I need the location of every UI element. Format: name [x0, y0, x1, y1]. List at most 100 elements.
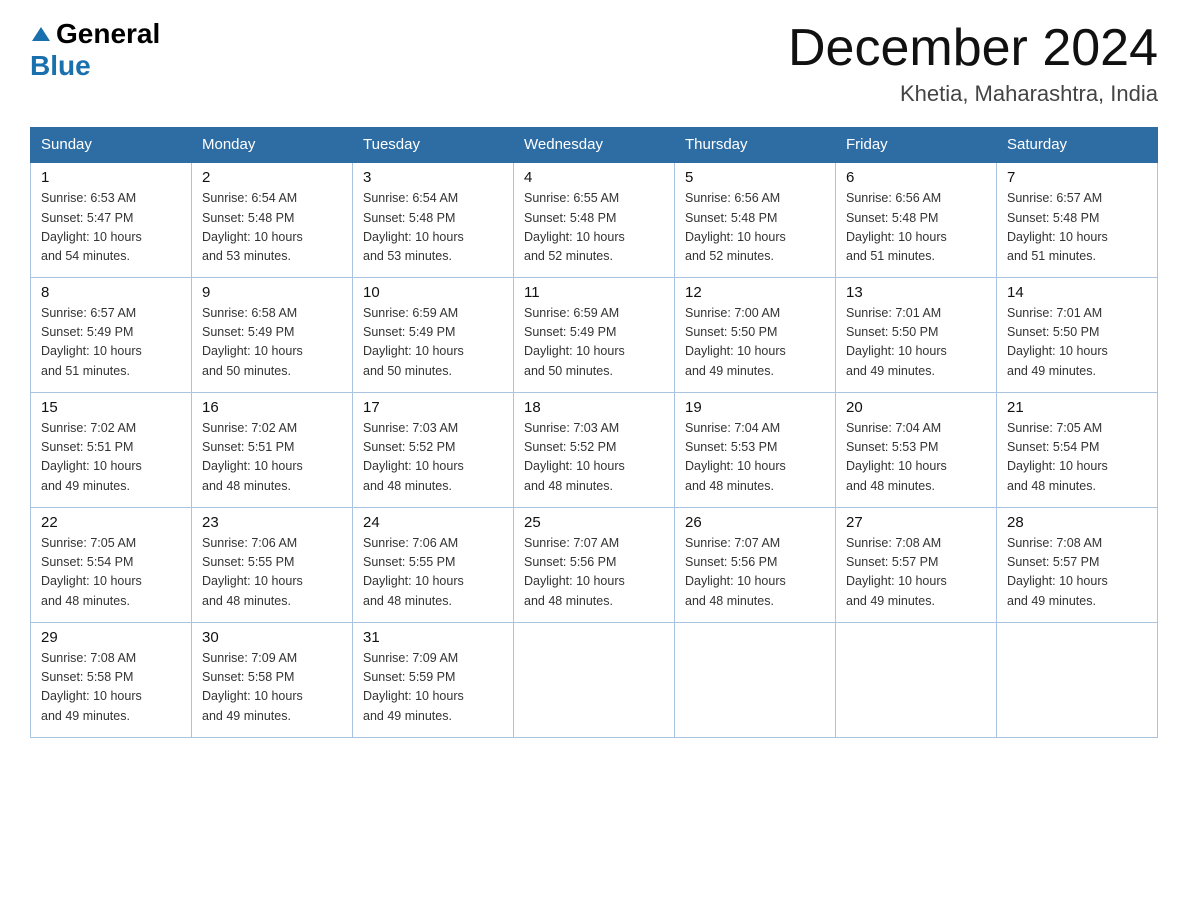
day-info: Sunrise: 7:07 AM Sunset: 5:56 PM Dayligh… [685, 534, 825, 612]
calendar-table: SundayMondayTuesdayWednesdayThursdayFrid… [30, 127, 1158, 738]
day-number: 17 [363, 399, 503, 416]
day-number: 4 [524, 169, 664, 186]
day-number: 5 [685, 169, 825, 186]
day-info: Sunrise: 6:54 AM Sunset: 5:48 PM Dayligh… [363, 189, 503, 267]
day-number: 2 [202, 169, 342, 186]
calendar-cell [514, 622, 675, 737]
day-info: Sunrise: 7:08 AM Sunset: 5:57 PM Dayligh… [846, 534, 986, 612]
day-info: Sunrise: 7:07 AM Sunset: 5:56 PM Dayligh… [524, 534, 664, 612]
calendar-cell: 3 Sunrise: 6:54 AM Sunset: 5:48 PM Dayli… [353, 162, 514, 277]
page-header: General Blue December 2024 Khetia, Mahar… [30, 20, 1158, 107]
header-wednesday: Wednesday [514, 128, 675, 163]
day-number: 18 [524, 399, 664, 416]
day-info: Sunrise: 7:04 AM Sunset: 5:53 PM Dayligh… [846, 419, 986, 497]
calendar-cell [836, 622, 997, 737]
day-number: 30 [202, 629, 342, 646]
calendar-cell: 20 Sunrise: 7:04 AM Sunset: 5:53 PM Dayl… [836, 392, 997, 507]
calendar-cell: 2 Sunrise: 6:54 AM Sunset: 5:48 PM Dayli… [192, 162, 353, 277]
day-number: 6 [846, 169, 986, 186]
day-number: 8 [41, 284, 181, 301]
calendar-cell: 14 Sunrise: 7:01 AM Sunset: 5:50 PM Dayl… [997, 277, 1158, 392]
calendar-cell: 12 Sunrise: 7:00 AM Sunset: 5:50 PM Dayl… [675, 277, 836, 392]
day-number: 23 [202, 514, 342, 531]
day-info: Sunrise: 7:04 AM Sunset: 5:53 PM Dayligh… [685, 419, 825, 497]
day-info: Sunrise: 7:02 AM Sunset: 5:51 PM Dayligh… [41, 419, 181, 497]
calendar-cell: 6 Sunrise: 6:56 AM Sunset: 5:48 PM Dayli… [836, 162, 997, 277]
calendar-cell: 29 Sunrise: 7:08 AM Sunset: 5:58 PM Dayl… [31, 622, 192, 737]
day-number: 24 [363, 514, 503, 531]
calendar-cell: 9 Sunrise: 6:58 AM Sunset: 5:49 PM Dayli… [192, 277, 353, 392]
header-thursday: Thursday [675, 128, 836, 163]
calendar-cell: 17 Sunrise: 7:03 AM Sunset: 5:52 PM Dayl… [353, 392, 514, 507]
logo-icon [30, 23, 52, 45]
calendar-cell: 1 Sunrise: 6:53 AM Sunset: 5:47 PM Dayli… [31, 162, 192, 277]
day-number: 27 [846, 514, 986, 531]
title-area: December 2024 Khetia, Maharashtra, India [788, 20, 1158, 107]
day-info: Sunrise: 7:00 AM Sunset: 5:50 PM Dayligh… [685, 304, 825, 382]
calendar-cell: 4 Sunrise: 6:55 AM Sunset: 5:48 PM Dayli… [514, 162, 675, 277]
calendar-week-row: 1 Sunrise: 6:53 AM Sunset: 5:47 PM Dayli… [31, 162, 1158, 277]
calendar-cell: 23 Sunrise: 7:06 AM Sunset: 5:55 PM Dayl… [192, 507, 353, 622]
calendar-cell: 30 Sunrise: 7:09 AM Sunset: 5:58 PM Dayl… [192, 622, 353, 737]
day-info: Sunrise: 7:05 AM Sunset: 5:54 PM Dayligh… [41, 534, 181, 612]
day-number: 3 [363, 169, 503, 186]
day-number: 16 [202, 399, 342, 416]
day-info: Sunrise: 6:54 AM Sunset: 5:48 PM Dayligh… [202, 189, 342, 267]
calendar-cell: 11 Sunrise: 6:59 AM Sunset: 5:49 PM Dayl… [514, 277, 675, 392]
day-info: Sunrise: 7:03 AM Sunset: 5:52 PM Dayligh… [524, 419, 664, 497]
calendar-cell: 15 Sunrise: 7:02 AM Sunset: 5:51 PM Dayl… [31, 392, 192, 507]
calendar-cell: 21 Sunrise: 7:05 AM Sunset: 5:54 PM Dayl… [997, 392, 1158, 507]
day-number: 26 [685, 514, 825, 531]
calendar-cell: 13 Sunrise: 7:01 AM Sunset: 5:50 PM Dayl… [836, 277, 997, 392]
day-number: 19 [685, 399, 825, 416]
calendar-cell: 31 Sunrise: 7:09 AM Sunset: 5:59 PM Dayl… [353, 622, 514, 737]
calendar-cell: 19 Sunrise: 7:04 AM Sunset: 5:53 PM Dayl… [675, 392, 836, 507]
calendar-cell [997, 622, 1158, 737]
calendar-cell: 8 Sunrise: 6:57 AM Sunset: 5:49 PM Dayli… [31, 277, 192, 392]
day-info: Sunrise: 6:56 AM Sunset: 5:48 PM Dayligh… [846, 189, 986, 267]
calendar-cell: 16 Sunrise: 7:02 AM Sunset: 5:51 PM Dayl… [192, 392, 353, 507]
logo-area: General Blue [30, 20, 160, 82]
day-number: 7 [1007, 169, 1147, 186]
day-number: 13 [846, 284, 986, 301]
day-info: Sunrise: 7:02 AM Sunset: 5:51 PM Dayligh… [202, 419, 342, 497]
day-number: 28 [1007, 514, 1147, 531]
calendar-week-row: 29 Sunrise: 7:08 AM Sunset: 5:58 PM Dayl… [31, 622, 1158, 737]
calendar-header-row: SundayMondayTuesdayWednesdayThursdayFrid… [31, 128, 1158, 163]
day-info: Sunrise: 6:59 AM Sunset: 5:49 PM Dayligh… [524, 304, 664, 382]
day-info: Sunrise: 6:58 AM Sunset: 5:49 PM Dayligh… [202, 304, 342, 382]
day-info: Sunrise: 6:57 AM Sunset: 5:48 PM Dayligh… [1007, 189, 1147, 267]
day-number: 10 [363, 284, 503, 301]
day-info: Sunrise: 7:01 AM Sunset: 5:50 PM Dayligh… [846, 304, 986, 382]
day-info: Sunrise: 7:03 AM Sunset: 5:52 PM Dayligh… [363, 419, 503, 497]
calendar-cell: 22 Sunrise: 7:05 AM Sunset: 5:54 PM Dayl… [31, 507, 192, 622]
header-sunday: Sunday [31, 128, 192, 163]
header-saturday: Saturday [997, 128, 1158, 163]
calendar-cell: 27 Sunrise: 7:08 AM Sunset: 5:57 PM Dayl… [836, 507, 997, 622]
day-info: Sunrise: 6:55 AM Sunset: 5:48 PM Dayligh… [524, 189, 664, 267]
header-friday: Friday [836, 128, 997, 163]
calendar-cell: 26 Sunrise: 7:07 AM Sunset: 5:56 PM Dayl… [675, 507, 836, 622]
calendar-cell [675, 622, 836, 737]
day-info: Sunrise: 6:56 AM Sunset: 5:48 PM Dayligh… [685, 189, 825, 267]
day-number: 22 [41, 514, 181, 531]
calendar-cell: 28 Sunrise: 7:08 AM Sunset: 5:57 PM Dayl… [997, 507, 1158, 622]
calendar-cell: 10 Sunrise: 6:59 AM Sunset: 5:49 PM Dayl… [353, 277, 514, 392]
day-number: 9 [202, 284, 342, 301]
day-info: Sunrise: 6:53 AM Sunset: 5:47 PM Dayligh… [41, 189, 181, 267]
day-info: Sunrise: 7:05 AM Sunset: 5:54 PM Dayligh… [1007, 419, 1147, 497]
day-number: 15 [41, 399, 181, 416]
day-number: 14 [1007, 284, 1147, 301]
calendar-cell: 5 Sunrise: 6:56 AM Sunset: 5:48 PM Dayli… [675, 162, 836, 277]
logo-text-blue: Blue [30, 50, 91, 82]
location-subtitle: Khetia, Maharashtra, India [788, 81, 1158, 107]
day-info: Sunrise: 6:59 AM Sunset: 5:49 PM Dayligh… [363, 304, 503, 382]
calendar-cell: 7 Sunrise: 6:57 AM Sunset: 5:48 PM Dayli… [997, 162, 1158, 277]
day-info: Sunrise: 7:09 AM Sunset: 5:59 PM Dayligh… [363, 649, 503, 727]
calendar-week-row: 15 Sunrise: 7:02 AM Sunset: 5:51 PM Dayl… [31, 392, 1158, 507]
day-info: Sunrise: 7:06 AM Sunset: 5:55 PM Dayligh… [363, 534, 503, 612]
calendar-cell: 24 Sunrise: 7:06 AM Sunset: 5:55 PM Dayl… [353, 507, 514, 622]
day-info: Sunrise: 7:01 AM Sunset: 5:50 PM Dayligh… [1007, 304, 1147, 382]
calendar-cell: 25 Sunrise: 7:07 AM Sunset: 5:56 PM Dayl… [514, 507, 675, 622]
day-info: Sunrise: 7:08 AM Sunset: 5:58 PM Dayligh… [41, 649, 181, 727]
